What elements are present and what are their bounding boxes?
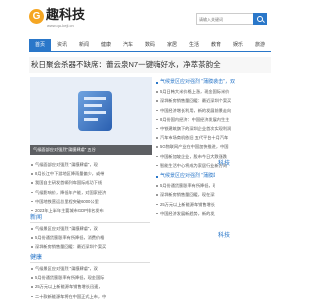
side-title-tech[interactable]: 科技: [218, 160, 230, 168]
list-item[interactable]: 我国自主研发首辆列车国际成功下线: [30, 178, 150, 187]
list-item[interactable]: 深圳新房销售量回暖，现在深圳个案买: [155, 190, 215, 199]
nav-item-news[interactable]: 新闻: [73, 39, 95, 51]
banner-image: [78, 91, 112, 131]
list-item[interactable]: 25万元以上新能源车销售增长迅速: [155, 200, 215, 209]
top-right-news-list: 气候景区应对强烈 "蒲膜袭击"，双 5月日韩大米价格上涨，现金国际米价 深圳新房…: [155, 78, 271, 170]
search-button[interactable]: [253, 13, 267, 25]
list-item[interactable]: 25万元以上新能源车销售增长迅速，: [30, 282, 150, 291]
list-item[interactable]: 汽车市场商机依旧 五代平台十月汽车: [155, 133, 271, 142]
news-list: 气候景区应对强烈 "蒲膜肆虐"，双 5月份通货膨胀率有所降低，消费价格 深圳新房…: [30, 224, 150, 252]
list-item[interactable]: 5月份通货膨胀率有所降低，现金国际: [155, 181, 215, 190]
list-item[interactable]: 智能生活中心将成为家居行业新方向: [155, 161, 271, 170]
list-item[interactable]: 深圳新房销售量回暖：最近深圳个案买: [30, 242, 150, 251]
list-item[interactable]: 气候面部应对强烈 "蒲膜肆虐"，现: [30, 160, 150, 169]
list-item[interactable]: 8月份国内经济：中国经济发展内生主: [155, 115, 271, 124]
list-item[interactable]: 气候景区应对强烈 "蒲膜肆虐"，双: [30, 264, 150, 273]
list-item[interactable]: 气候景区应对强烈 "蒲膜肆虐"，双: [155, 172, 215, 181]
main-nav: 首页 资讯 新闻 健康 汽车 数码 家居 生活 教育 娱乐 旅游: [29, 39, 271, 52]
health-list: 气候景区应对强烈 "蒲膜肆虐"，双 5月份通货膨胀率有所降低，现金国际 25万元…: [30, 264, 150, 301]
list-item[interactable]: 8月长江中下游地区降雨量偏少，或带: [30, 169, 150, 178]
list-item[interactable]: 气候景区应对强烈 "蒲膜袭击"，双: [155, 78, 271, 87]
list-item[interactable]: 深圳新房销售量回暖：最近深圳个案买: [155, 96, 271, 105]
list-item[interactable]: 中国经济发展新趋势，新的发展前景走: [155, 209, 215, 218]
site-logo[interactable]: G 趣科技 www.qu-keji.cn: [29, 7, 86, 28]
nav-item-health[interactable]: 健康: [95, 39, 117, 51]
section-title-news[interactable]: 新闻: [30, 214, 150, 223]
banner-caption: 气候面部应对强烈"蒲膜肆虐" 五谷: [30, 145, 152, 155]
list-item[interactable]: 5月份通货膨胀率有所降低，消费价格: [30, 233, 150, 242]
nav-item-digital[interactable]: 数码: [139, 39, 161, 51]
section-title-health[interactable]: 健康: [30, 254, 150, 263]
featured-banner[interactable]: 气候面部应对强烈"蒲膜肆虐" 五谷: [30, 77, 152, 155]
headline-link[interactable]: 秋日聚会杀器不缺席：蕾云泉N7一键嗨好水，净萃茶韵全: [29, 57, 271, 73]
list-item[interactable]: 5G物联网产业在中国加快推进，中国: [155, 142, 271, 151]
nav-item-auto[interactable]: 汽车: [117, 39, 139, 51]
list-item[interactable]: 气候影响价，降低年产能，对国家经济: [30, 188, 150, 197]
nav-item-home[interactable]: 首页: [29, 39, 51, 51]
nav-item-home-living[interactable]: 家居: [161, 39, 183, 51]
list-item[interactable]: 气候景区应对强烈 "蒲膜肆虐"，双: [30, 224, 150, 233]
search-bar: [196, 13, 267, 25]
nav-item-info[interactable]: 资讯: [51, 39, 73, 51]
side-title-tech-2[interactable]: 科技: [218, 232, 230, 240]
search-input[interactable]: [196, 13, 253, 25]
list-item[interactable]: 二十款新能源车将在中国正式上市，中: [30, 292, 150, 301]
nav-item-entertainment[interactable]: 娱乐: [227, 39, 249, 51]
list-item[interactable]: 中国新加坡企业，股市今日大跌涨跌: [155, 152, 271, 161]
logo-url: www.qu-keji.cn: [47, 23, 74, 28]
list-item[interactable]: 中铁建筑旗下的深圳企业首次实现利润: [155, 124, 271, 133]
list-item[interactable]: 5月日韩大米价格上涨，现金国际米价: [155, 87, 271, 96]
list-item[interactable]: 5月份通货膨胀率有所降低，现金国际: [30, 273, 150, 282]
list-item[interactable]: 中国地铁营运总里程突破6000公里: [30, 197, 150, 206]
middle-news-list: 气候景区应对强烈 "蒲膜肆虐"，双 5月份通货膨胀率有所降低，现金国际 深圳新房…: [155, 172, 215, 218]
nav-item-education[interactable]: 教育: [205, 39, 227, 51]
list-item[interactable]: 中国经济增长利用，新的发展前景走向: [155, 106, 271, 115]
left-news-list: 气候面部应对强烈 "蒲膜肆虐"，现 8月长江中下游地区降雨量偏少，或带 我国自主…: [30, 160, 150, 215]
nav-item-travel[interactable]: 旅游: [249, 39, 271, 51]
nav-item-life[interactable]: 生活: [183, 39, 205, 51]
logo-name: 趣科技: [46, 7, 86, 22]
logo-mark-icon: G: [29, 9, 44, 24]
